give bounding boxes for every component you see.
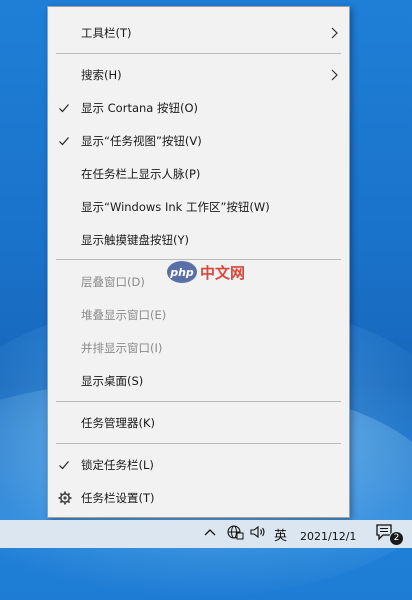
menu-item-label: 工具栏(T) — [81, 26, 132, 40]
check-icon — [59, 104, 69, 113]
check-icon — [59, 137, 69, 146]
notification-badge: 2 — [389, 531, 404, 546]
menu-separator — [56, 53, 341, 54]
menu-separator — [56, 443, 341, 444]
chevron-right-icon — [331, 27, 338, 39]
menu-item-label: 显示触摸键盘按钮(Y) — [81, 233, 189, 247]
menu-item-label: 锁定任务栏(L) — [81, 458, 154, 472]
menu-item-label: 显示“Windows Ink 工作区”按钮(W) — [81, 200, 270, 214]
network-icon[interactable] — [226, 524, 244, 540]
chevron-right-icon — [331, 69, 338, 81]
ime-indicator[interactable]: 英 — [274, 520, 287, 548]
clock-date[interactable]: 2021/12/1 — [300, 530, 356, 543]
menu-item-task-manager[interactable]: 任务管理器(K) — [48, 409, 349, 437]
check-icon — [59, 461, 69, 470]
menu-item-label: 任务管理器(K) — [81, 416, 156, 430]
menu-item-lock-taskbar[interactable]: 锁定任务栏(L) — [48, 451, 349, 479]
menu-item-label: 显示桌面(S) — [81, 374, 144, 388]
menu-item-show-people[interactable]: 在任务栏上显示人脉(P) — [48, 160, 349, 188]
menu-item-label: 并排显示窗口(I) — [81, 341, 163, 355]
menu-item-search[interactable]: 搜索(H) — [48, 61, 349, 89]
gear-icon — [58, 491, 72, 505]
menu-item-label: 堆叠显示窗口(E) — [81, 308, 167, 322]
menu-item-label: 显示“任务视图”按钮(V) — [81, 134, 202, 148]
menu-item-show-cortana[interactable]: 显示 Cortana 按钮(O) — [48, 94, 349, 122]
taskbar: 英 2021/12/1 2 — [0, 520, 412, 548]
menu-item-show-task-view[interactable]: 显示“任务视图”按钮(V) — [48, 127, 349, 155]
menu-separator — [56, 259, 341, 260]
menu-item-stack-windows[interactable]: 堆叠显示窗口(E) — [48, 301, 349, 329]
menu-item-toolbars[interactable]: 工具栏(T) — [48, 19, 349, 47]
menu-item-label: 层叠窗口(D) — [81, 275, 145, 289]
watermark-text: 中文网 — [200, 263, 246, 282]
watermark: php 中文网 — [167, 261, 245, 283]
chevron-up-icon[interactable] — [204, 527, 216, 537]
menu-item-label: 搜索(H) — [81, 68, 122, 82]
menu-item-label: 任务栏设置(T) — [81, 491, 155, 505]
menu-item-label: 在任务栏上显示人脉(P) — [81, 167, 201, 181]
watermark-logo: php — [167, 261, 197, 283]
menu-item-taskbar-settings[interactable]: 任务栏设置(T) — [48, 484, 349, 512]
menu-item-show-touch-keyboard[interactable]: 显示触摸键盘按钮(Y) — [48, 226, 349, 254]
menu-item-show-windows-ink[interactable]: 显示“Windows Ink 工作区”按钮(W) — [48, 193, 349, 221]
menu-separator — [56, 401, 341, 402]
menu-item-show-desktop[interactable]: 显示桌面(S) — [48, 367, 349, 395]
menu-item-side-by-side-windows[interactable]: 并排显示窗口(I) — [48, 334, 349, 362]
volume-icon[interactable] — [250, 525, 266, 539]
menu-item-label: 显示 Cortana 按钮(O) — [81, 101, 199, 115]
